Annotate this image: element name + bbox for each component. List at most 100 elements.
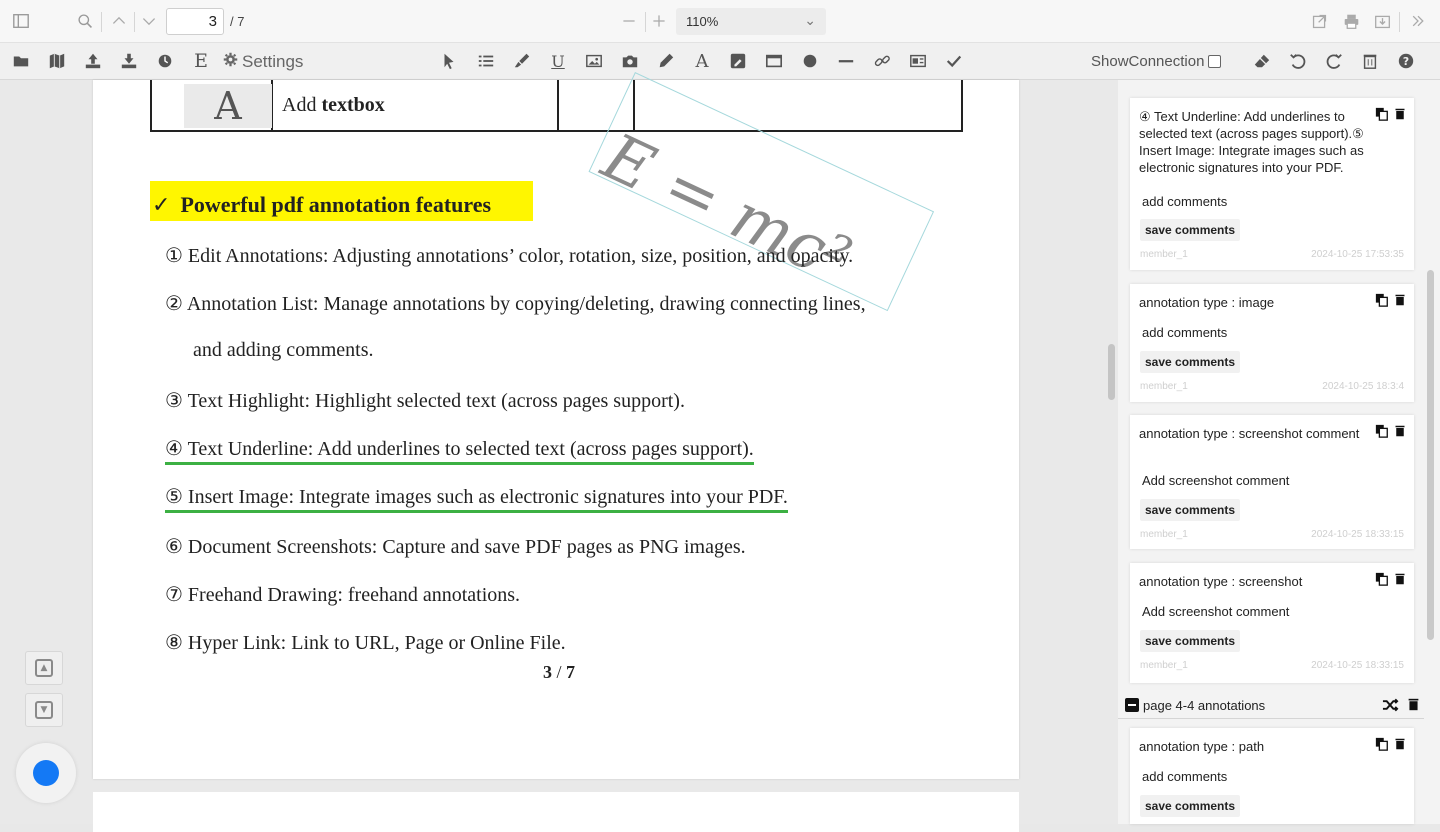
feature-line-underlined[interactable]: ④ Text Underline: Add underlines to sele… xyxy=(165,436,754,465)
arrow-down-icon: ▼ xyxy=(35,701,53,719)
rectangle-icon[interactable] xyxy=(763,51,785,71)
undo-icon[interactable] xyxy=(1287,51,1309,71)
feature-line: ① Edit Annotations: Adjusting annotation… xyxy=(165,245,854,267)
comment-input[interactable]: add comments xyxy=(1142,769,1227,784)
open-folder-icon[interactable] xyxy=(10,51,32,71)
comment-input[interactable]: Add screenshot comment xyxy=(1142,473,1289,488)
sidebar-toggle-icon[interactable] xyxy=(10,10,32,32)
checkmark-icon[interactable] xyxy=(943,51,965,71)
comment-user: member_1 xyxy=(1140,249,1188,260)
feature-line: ② Annotation List: Manage annotations by… xyxy=(165,293,866,315)
comment-time: 2024-10-25 18:33:15 xyxy=(1311,529,1404,540)
text-edit-icon[interactable]: E xyxy=(190,50,212,72)
presentation-mode-icon[interactable] xyxy=(1308,10,1330,32)
save-comments-button[interactable]: save comments xyxy=(1140,795,1241,817)
trash-icon[interactable] xyxy=(1394,424,1406,438)
text-glyph-icon: A xyxy=(184,84,272,128)
more-tools-icon[interactable] xyxy=(1407,10,1429,32)
save-comments-button[interactable]: save comments xyxy=(1140,219,1241,241)
comment-user: member_1 xyxy=(1140,529,1188,540)
copy-icon[interactable] xyxy=(1375,737,1389,751)
arrow-up-icon: ▲ xyxy=(35,659,53,677)
feature-table-row: A Add textbox xyxy=(150,80,963,132)
zoom-out-icon[interactable] xyxy=(618,10,640,32)
highlight-brush-icon[interactable] xyxy=(511,51,533,71)
underline-icon[interactable]: U xyxy=(547,51,569,71)
page-number-input[interactable]: 3 xyxy=(166,8,224,35)
save-comments-button[interactable]: save comments xyxy=(1140,351,1241,373)
trash-icon[interactable] xyxy=(1359,51,1381,71)
line-icon[interactable] xyxy=(835,51,857,71)
download-icon[interactable] xyxy=(1371,10,1393,32)
pencil-icon[interactable] xyxy=(655,51,677,71)
show-connection-checkbox[interactable] xyxy=(1208,55,1222,68)
annotation-section-header[interactable]: page 4-4 annotations xyxy=(1118,693,1424,719)
text-box-icon[interactable]: A xyxy=(691,51,713,72)
redo-icon[interactable] xyxy=(1323,51,1345,71)
download-icon[interactable] xyxy=(118,51,140,71)
comment-input[interactable]: add comments xyxy=(1142,194,1227,209)
zoom-select[interactable]: 110% ⌄ xyxy=(676,8,826,35)
list-icon[interactable] xyxy=(475,51,497,71)
top-toolbar: 3 / 7 110% ⌄ xyxy=(0,0,1440,43)
save-comments-button[interactable]: save comments xyxy=(1140,499,1241,521)
floating-action-wrap xyxy=(16,743,76,803)
copy-icon[interactable] xyxy=(1375,107,1389,121)
trash-icon[interactable] xyxy=(1407,697,1420,718)
camera-icon[interactable] xyxy=(619,51,641,71)
form-field-icon[interactable] xyxy=(907,51,929,71)
scroll-up-button[interactable]: ▲ xyxy=(25,651,63,685)
document-scrollbar[interactable] xyxy=(1108,344,1115,400)
feature-line-underlined[interactable]: ⑤ Insert Image: Integrate images such as… xyxy=(165,484,788,513)
copy-icon[interactable] xyxy=(1375,572,1389,586)
search-icon[interactable] xyxy=(74,10,96,32)
annotation-card[interactable]: annotation type : screenshot comment Add… xyxy=(1130,415,1414,549)
circle-icon[interactable] xyxy=(799,51,821,71)
upload-icon[interactable] xyxy=(82,51,104,71)
comment-time: 2024-10-25 18:33:15 xyxy=(1311,660,1404,671)
trash-icon[interactable] xyxy=(1394,293,1406,307)
comment-time: 2024-10-25 17:53:35 xyxy=(1311,249,1404,260)
show-connection-toggle[interactable]: ShowConnection xyxy=(1091,53,1222,70)
save-comments-button[interactable]: save comments xyxy=(1140,630,1241,652)
trash-icon[interactable] xyxy=(1394,107,1406,121)
pdf-page-3[interactable]: A Add textbox E = mc² ✓ Powerful pdf anno… xyxy=(93,72,1019,779)
select-pointer-icon[interactable] xyxy=(438,51,460,71)
gear-icon xyxy=(223,52,238,72)
settings-button[interactable]: Settings xyxy=(223,52,303,72)
next-page-icon[interactable] xyxy=(138,10,160,32)
annotation-card[interactable]: annotation type : screenshot Add screens… xyxy=(1130,563,1414,683)
help-icon[interactable]: ? xyxy=(1395,51,1417,71)
annotation-card[interactable]: annotation type : image add comments sav… xyxy=(1130,284,1414,402)
signature-icon[interactable] xyxy=(727,51,749,71)
pdf-page-4[interactable] xyxy=(93,792,1019,832)
svg-text:?: ? xyxy=(1403,55,1409,68)
image-icon[interactable] xyxy=(583,51,605,71)
copy-icon[interactable] xyxy=(1375,293,1389,307)
feature-heading: ✓ Powerful pdf annotation features xyxy=(150,181,533,221)
panel-scrollbar[interactable] xyxy=(1427,270,1434,640)
eraser-icon[interactable] xyxy=(1251,51,1273,71)
copy-icon[interactable] xyxy=(1375,424,1389,438)
zoom-value: 110% xyxy=(686,14,719,29)
map-icon[interactable] xyxy=(46,51,68,71)
floating-action-button[interactable] xyxy=(33,760,59,786)
zoom-in-icon[interactable] xyxy=(648,10,670,32)
trash-icon[interactable] xyxy=(1394,572,1406,586)
settings-label: Settings xyxy=(242,52,304,71)
link-icon[interactable] xyxy=(871,51,893,71)
annotation-card[interactable]: ④ Text Underline: Add underlines to sele… xyxy=(1130,98,1414,270)
comment-input[interactable]: add comments xyxy=(1142,325,1227,340)
feature-line: ③ Text Highlight: Highlight selected tex… xyxy=(165,390,685,412)
feature-heading-text: Powerful pdf annotation features xyxy=(180,192,492,217)
trash-icon[interactable] xyxy=(1394,737,1406,751)
collapse-icon[interactable] xyxy=(1125,698,1139,712)
previous-page-icon[interactable] xyxy=(108,10,130,32)
comment-input[interactable]: Add screenshot comment xyxy=(1142,604,1289,619)
print-icon[interactable] xyxy=(1340,10,1362,32)
shuffle-icon[interactable] xyxy=(1382,697,1399,718)
scroll-down-button[interactable]: ▼ xyxy=(25,693,63,727)
annotation-card[interactable]: annotation type : path add comments save… xyxy=(1130,728,1414,824)
history-icon[interactable] xyxy=(154,51,176,71)
table-cell-label: Add textbox xyxy=(282,94,385,116)
